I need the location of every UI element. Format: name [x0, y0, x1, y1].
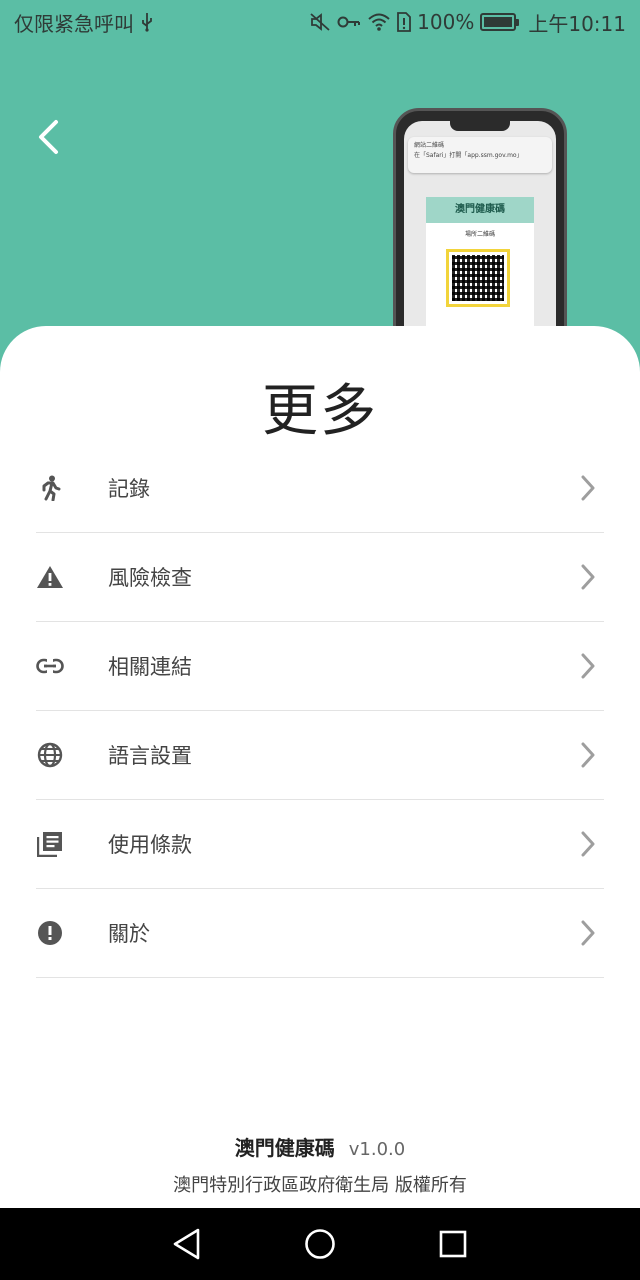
carrier-text: 仅限紧急呼叫 — [14, 11, 134, 36]
chevron-right-icon — [576, 740, 600, 770]
menu-item-records[interactable]: 記錄 — [36, 444, 604, 533]
more-sheet: 更多 記錄 風險檢查 相關連結 語言設置 使用條款 關於 澳門健康碼 v1.0.… — [0, 326, 640, 1210]
triangle-back-icon — [173, 1228, 199, 1260]
link-icon — [36, 652, 64, 680]
phone-illustration: 網站二維碼 在「Safari」打開「app.ssm.gov.mo」 澳門健康碼 … — [393, 108, 567, 358]
qr-code-image — [446, 249, 510, 307]
chevron-right-icon — [576, 829, 600, 859]
phone-banner: 網站二維碼 在「Safari」打開「app.ssm.gov.mo」 — [408, 137, 552, 173]
menu-item-related-links[interactable]: 相關連結 — [36, 622, 604, 711]
page-title: 更多 — [262, 379, 378, 444]
chevron-left-icon — [39, 120, 58, 154]
back-button[interactable] — [26, 112, 70, 162]
phone-banner-line2: 在「Safari」打開「app.ssm.gov.mo」 — [414, 152, 523, 159]
menu-item-label: 使用條款 — [108, 833, 192, 857]
menu-item-label: 相關連結 — [108, 655, 192, 679]
sim-alert-icon — [397, 12, 412, 32]
status-time: 上午10:11 — [528, 11, 626, 36]
circle-home-icon — [305, 1229, 335, 1259]
status-left: 仅限紧急呼叫 — [14, 8, 154, 37]
menu-item-label: 關於 — [108, 922, 150, 946]
nav-recents-button[interactable] — [429, 1220, 477, 1268]
nav-back-button[interactable] — [163, 1220, 211, 1268]
square-recents-icon — [440, 1230, 467, 1258]
info-exclamation-icon — [36, 919, 64, 947]
system-nav-bar — [0, 1208, 640, 1280]
menu-list: 記錄 風險檢查 相關連結 語言設置 使用條款 關於 — [36, 444, 604, 978]
menu-item-language[interactable]: 語言設置 — [36, 711, 604, 800]
menu-item-about[interactable]: 關於 — [36, 889, 604, 978]
copyright-text: 澳門特別行政區政府衛生局 版權所有 — [173, 1175, 467, 1196]
footer: 澳門健康碼 v1.0.0 澳門特別行政區政府衛生局 版權所有 — [0, 1132, 640, 1197]
battery-icon — [480, 13, 520, 31]
status-bar: 仅限紧急呼叫 100% 上午10:11 — [0, 0, 640, 44]
chevron-right-icon — [576, 918, 600, 948]
phone-banner-line1: 網站二維碼 — [414, 142, 445, 149]
app-name: 澳門健康碼 — [234, 1136, 335, 1160]
menu-item-terms[interactable]: 使用條款 — [36, 800, 604, 889]
menu-item-label: 記錄 — [108, 477, 150, 501]
menu-item-label: 語言設置 — [108, 744, 192, 768]
phone-card-title: 澳門健康碼 — [426, 197, 534, 223]
menu-item-risk-check[interactable]: 風險檢查 — [36, 533, 604, 622]
mute-icon — [309, 12, 331, 32]
chevron-right-icon — [576, 651, 600, 681]
chevron-right-icon — [576, 562, 600, 592]
chevron-right-icon — [576, 473, 600, 503]
phone-notch — [450, 121, 510, 131]
wifi-icon — [367, 12, 391, 32]
usb-icon — [140, 12, 154, 32]
nav-home-button[interactable] — [296, 1220, 344, 1268]
battery-percent: 100% — [417, 10, 475, 34]
walking-person-icon — [36, 474, 64, 502]
phone-screen: 網站二維碼 在「Safari」打開「app.ssm.gov.mo」 澳門健康碼 … — [404, 121, 556, 355]
app-version: v1.0.0 — [348, 1139, 406, 1160]
footer-app-info: 澳門健康碼 v1.0.0 — [0, 1132, 640, 1161]
status-right: 100% 上午10:11 — [309, 8, 626, 37]
document-list-icon — [36, 830, 64, 858]
phone-card-subtitle: 場所二維碼 — [464, 231, 495, 238]
menu-item-label: 風險檢查 — [108, 566, 192, 590]
globe-icon — [36, 741, 64, 769]
key-icon — [337, 15, 361, 29]
warning-icon — [36, 563, 64, 591]
